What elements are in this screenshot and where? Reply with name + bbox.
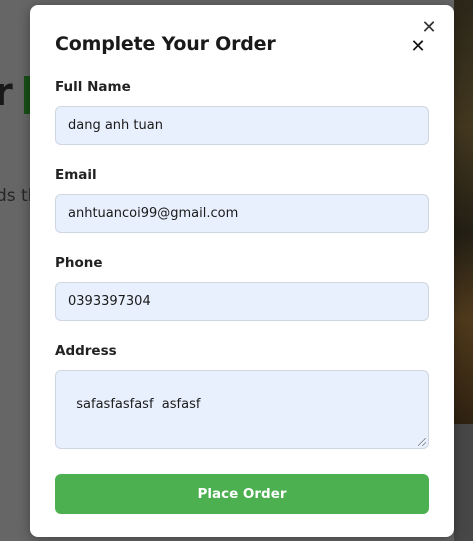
email-field[interactable]: anhtuancoi99@gmail.com xyxy=(55,194,429,233)
full-name-value: dang anh tuan xyxy=(68,118,163,133)
address-field[interactable]: safasfasfasf asfasf xyxy=(55,370,429,449)
address-label: Address xyxy=(55,343,117,359)
modal-title: Complete Your Order xyxy=(55,33,276,55)
close-icon[interactable]: ✕ xyxy=(410,38,426,56)
phone-field[interactable]: 0393397304 xyxy=(55,282,429,321)
email-value: anhtuancoi99@gmail.com xyxy=(68,206,239,221)
email-label: Email xyxy=(55,167,97,183)
full-name-label: Full Name xyxy=(55,79,131,95)
full-name-field[interactable]: dang anh tuan xyxy=(55,106,429,145)
phone-value: 0393397304 xyxy=(68,294,151,309)
phone-label: Phone xyxy=(55,255,103,271)
resize-handle-icon[interactable] xyxy=(418,438,426,446)
close-icon[interactable]: ✕ xyxy=(421,19,437,37)
place-order-button[interactable]: Place Order xyxy=(55,474,429,514)
address-value: safasfasfasf asfasf xyxy=(76,397,201,412)
